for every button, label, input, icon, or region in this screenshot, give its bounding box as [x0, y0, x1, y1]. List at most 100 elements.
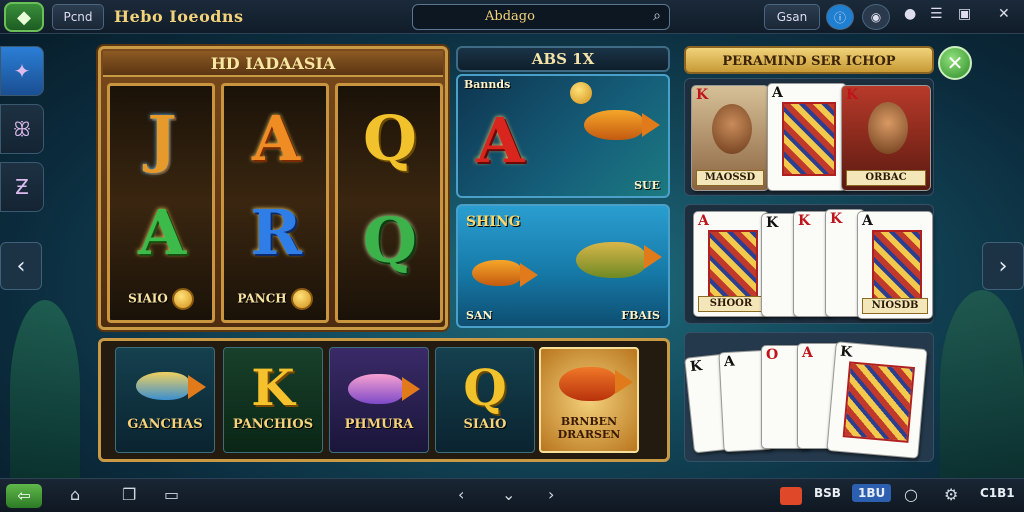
letter-glyph: A	[476, 104, 525, 177]
search-input[interactable]: Abdago ⌕	[412, 4, 670, 30]
chevron-left-icon[interactable]: ‹	[458, 485, 464, 504]
tile-label: PANCHIOS	[232, 417, 314, 432]
search-value: Abdago	[485, 9, 535, 24]
playing-card[interactable]: A	[767, 83, 847, 191]
fish-icon	[348, 374, 420, 404]
app-logo-icon[interactable]: ◆	[4, 2, 44, 32]
playing-card[interactable]: A SHOOR	[693, 211, 769, 317]
fish-icon	[559, 367, 633, 401]
home-icon[interactable]: ⌂	[70, 485, 80, 504]
portrait-face	[712, 104, 752, 154]
card-rank: A	[862, 213, 873, 229]
card-label: ORBAC	[846, 170, 926, 186]
card-rank: K	[766, 215, 779, 231]
slot-symbol: Q	[362, 101, 417, 175]
cards-panel-3: K A O A K	[684, 332, 934, 462]
reel-label: PANCH	[224, 288, 326, 310]
tile-label: PHMURA	[344, 417, 414, 432]
recent-apps-icon[interactable]: ❐	[122, 485, 136, 504]
sidebar-z-icon[interactable]: Ƶ	[0, 162, 44, 212]
record-button[interactable]	[780, 487, 802, 505]
prev-arrow-button[interactable]: ‹	[0, 242, 42, 290]
seaweed-right	[940, 290, 1024, 480]
game-tile[interactable]: GANCHAS	[115, 347, 215, 453]
circle-icon[interactable]: ○	[904, 485, 918, 504]
close-icon[interactable]: ✕	[938, 46, 972, 80]
panel-left-label: SAN	[466, 309, 493, 322]
fish-icon	[576, 242, 662, 278]
screenshot-icon[interactable]: ▭	[164, 485, 179, 504]
chevron-down-icon[interactable]: ⌄	[502, 485, 515, 504]
card-label: MAOSSD	[696, 170, 764, 186]
card-rank: A	[698, 213, 709, 229]
bottom-bar: ⇦ ⌂ ❐ ▭ ‹ ⌄ › BSB 1BU ○ ⚙ C1B1	[0, 478, 1024, 512]
slot-symbol: A	[251, 101, 301, 175]
card-rank: K	[839, 343, 853, 361]
cards-panel-header: PERAMIND SER ICHOP	[684, 46, 934, 74]
card-face	[872, 230, 922, 304]
status-number: BSB	[814, 486, 841, 500]
settings-icon[interactable]: ◉	[862, 4, 890, 30]
app-title: Hebo Ioeodns	[114, 7, 244, 26]
game-tiles-row: GANCHAS K PANCHIOS PHMURA Q SIAIO BRNBEN…	[98, 338, 670, 462]
status-number-highlight[interactable]: 1BU	[852, 484, 892, 502]
sidebar-game-icon[interactable]: ꕥ	[0, 104, 44, 154]
seaweed-left	[10, 300, 80, 480]
card-face	[842, 361, 916, 443]
slot-symbol: Q	[362, 203, 417, 277]
card-rank: K	[846, 87, 859, 103]
portrait-face	[868, 102, 908, 154]
game-tile[interactable]: PHMURA	[329, 347, 429, 453]
tile-label: BRNBEN DRARSEN	[557, 415, 621, 441]
tile-glyph: K	[251, 358, 295, 417]
slot-title: HD IADAASIA	[103, 51, 443, 77]
slot-symbol: R	[250, 195, 302, 269]
card-rank: K	[830, 211, 843, 227]
tile-label: GANCHAS	[127, 417, 203, 432]
cards-panel-1: K MAOSSD A K ORBAC	[684, 78, 934, 196]
playing-card[interactable]: A NIOSDB	[857, 211, 933, 319]
search-icon[interactable]: ⌕	[653, 8, 661, 24]
record-icon[interactable]: ●	[904, 6, 916, 22]
info-icon[interactable]: ⓘ	[826, 4, 854, 30]
account-button[interactable]: Gsan	[764, 4, 820, 30]
tile-label: SIAIO	[463, 417, 507, 432]
gear-icon[interactable]: ⚙	[944, 485, 958, 504]
panel-right-label: FBAIS	[621, 309, 660, 322]
slot-symbol: A	[137, 195, 187, 269]
card-face	[708, 230, 758, 302]
tools-icon[interactable]: ✕	[998, 6, 1010, 22]
card-label: SHOOR	[698, 296, 764, 312]
portrait-card[interactable]: K ORBAC	[841, 85, 931, 191]
top-bar: ◆ Pcnd Hebo Ioeodns Abdago ⌕ Gsan ⓘ ◉ ● …	[0, 0, 1024, 34]
window-icon[interactable]: ▣	[958, 6, 971, 22]
reel-3: Q Q	[335, 83, 443, 323]
panel-tag: Bannds	[464, 78, 511, 91]
card-rank: A	[723, 353, 736, 371]
sidebar-bird-icon[interactable]: ✦	[0, 46, 44, 96]
next-arrow-button[interactable]: ›	[982, 242, 1024, 290]
card-face	[782, 102, 836, 176]
status-number: C1B1	[980, 486, 1015, 500]
card-rank: O	[766, 347, 779, 363]
card-label: NIOSDB	[862, 298, 928, 314]
game-tile[interactable]: BRNBEN DRARSEN	[539, 347, 639, 453]
back-arrow-icon[interactable]: ⇦	[6, 484, 42, 508]
tile-glyph: Q	[463, 358, 507, 417]
panel-title: SHING	[466, 214, 521, 230]
portrait-card[interactable]: K MAOSSD	[691, 85, 769, 191]
reel-label: SIAIO	[110, 288, 212, 310]
game-tile[interactable]: Q SIAIO	[435, 347, 535, 453]
fish-game-card-2[interactable]: SHING SAN FBAIS	[456, 204, 670, 328]
fish-game-card-1[interactable]: Bannds A SUE	[456, 74, 670, 198]
reel-2: A R PANCH	[221, 83, 329, 323]
panel-corner-label: SUE	[634, 179, 660, 192]
slot-machine-panel[interactable]: HD IADAASIA J A SIAIO A R PANCH Q Q	[98, 46, 448, 330]
back-button[interactable]: Pcnd	[52, 4, 104, 30]
game-tile[interactable]: K PANCHIOS	[223, 347, 323, 453]
menu-icon[interactable]: ☰	[930, 6, 943, 22]
card-rank: A	[802, 345, 813, 361]
chevron-right-icon[interactable]: ›	[548, 485, 554, 504]
fish-icon	[584, 110, 660, 140]
playing-card[interactable]: K	[826, 341, 928, 459]
